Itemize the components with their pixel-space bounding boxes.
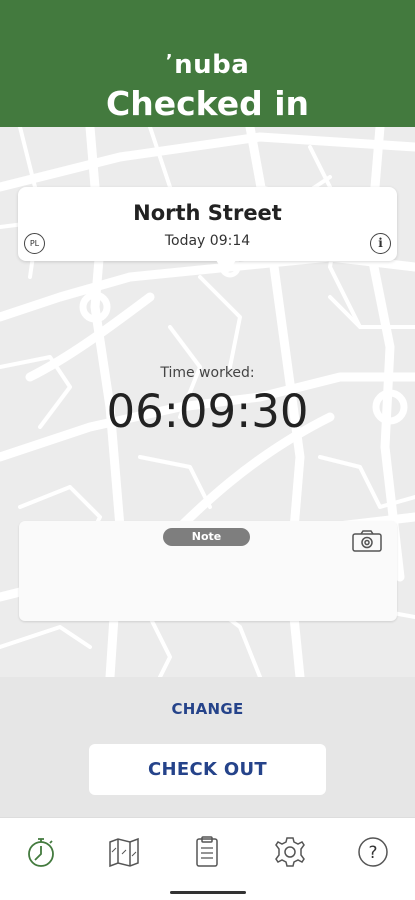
stopwatch-icon[interactable] xyxy=(23,834,59,870)
camera-icon[interactable] xyxy=(351,529,383,553)
clipboard-icon[interactable] xyxy=(189,834,225,870)
bottom-nav: ? xyxy=(0,817,415,900)
note-tag: Note xyxy=(163,528,250,546)
app-header: ʼnuba Checked in xyxy=(0,0,415,127)
page-title: Checked in xyxy=(105,84,309,123)
help-icon[interactable]: ? xyxy=(355,834,391,870)
actions-panel: CHANGE CHECK OUT xyxy=(0,677,415,817)
home-indicator xyxy=(170,891,246,894)
location-card[interactable]: North Street Today 09:14 PL i xyxy=(18,187,397,276)
change-button[interactable]: CHANGE xyxy=(0,700,415,718)
brand-logo: ʼnuba xyxy=(165,50,250,80)
time-worked-label: Time worked: xyxy=(160,365,255,381)
pl-badge: PL xyxy=(24,233,45,254)
map-icon[interactable] xyxy=(106,834,142,870)
checkin-time: Today 09:14 xyxy=(164,233,251,249)
gear-icon[interactable] xyxy=(272,834,308,870)
location-name: North Street xyxy=(133,201,282,225)
check-out-button[interactable]: CHECK OUT xyxy=(89,744,326,795)
svg-text:?: ? xyxy=(368,843,377,863)
time-worked-value: 06:09:30 xyxy=(106,385,309,438)
info-icon[interactable]: i xyxy=(370,233,391,254)
note-field[interactable]: Note xyxy=(19,521,397,621)
location-card-pointer xyxy=(216,260,236,276)
